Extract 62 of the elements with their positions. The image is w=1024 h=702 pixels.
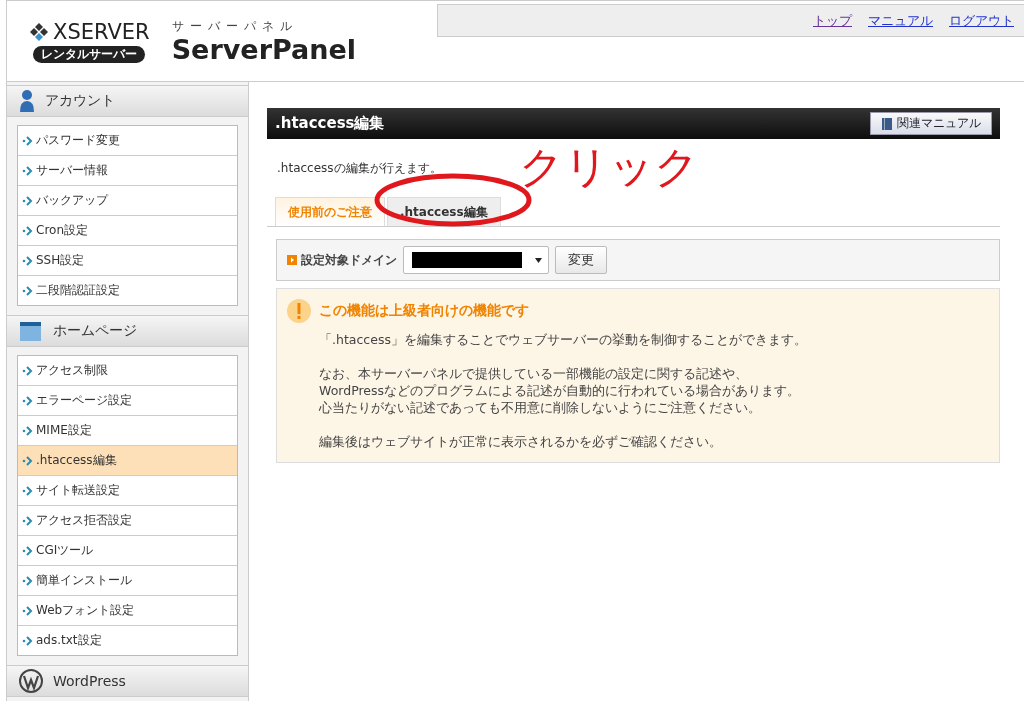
arrow-icon (22, 135, 34, 146)
section-title: ホームページ (53, 322, 137, 340)
arrow-icon (22, 545, 34, 556)
logo-badge: レンタルサーバー (33, 45, 146, 63)
sidebar-item[interactable]: エラーページ設定 (18, 385, 237, 415)
book-icon (881, 116, 893, 131)
nav-link[interactable]: トップ (813, 11, 852, 30)
arrow-icon (22, 425, 34, 436)
notice-title: この機能は上級者向けの機能です (319, 302, 529, 320)
notice-text-line: WordPressなどのプログラムによる記述が自動的に行われている場合があります。 (319, 382, 802, 399)
arrow-icon (22, 255, 34, 266)
notice-text-line: なお、本サーバーパネルで提供している一部機能の設定に関する記述や、 (319, 365, 749, 382)
arrow-icon (22, 575, 34, 586)
sidebar-item[interactable]: サーバー情報 (18, 155, 237, 185)
sidebar-item[interactable]: .htaccess編集 (18, 445, 237, 475)
diamond-logo-icon (29, 21, 49, 42)
sidebar-item[interactable]: CGIツール (18, 535, 237, 565)
arrow-icon (22, 225, 34, 236)
caret-icon (535, 257, 542, 263)
sidebar-item[interactable]: アクセス拒否設定 (18, 505, 237, 535)
arrow-icon (22, 165, 34, 176)
window-icon (19, 320, 43, 342)
description-text: .htaccessの編集が行えます。 (277, 160, 442, 177)
sidebar-item[interactable]: パスワード変更 (18, 126, 237, 155)
arrow-icon (22, 485, 34, 496)
notice-text-line: 「.htaccess」を編集することでウェブサーバーの挙動を制御することができます。 (319, 331, 808, 348)
notice-text-line: 編集後はウェブサイトが正常に表示されるかを必ずご確認ください。 (319, 433, 723, 450)
arrow-icon (22, 395, 34, 406)
arrow-icon (22, 285, 34, 296)
sidebar-item[interactable]: 二段階認証設定 (18, 275, 237, 305)
sidebar-item[interactable]: アクセス制限 (18, 356, 237, 385)
sidebar-item[interactable]: ads.txt設定 (18, 625, 237, 655)
section-title: WordPress (53, 673, 126, 689)
bullet-icon (287, 255, 297, 265)
nav-link[interactable]: ログアウト (949, 11, 1014, 30)
sidebar-item[interactable]: サイト転送設定 (18, 475, 237, 505)
arrow-icon (22, 195, 34, 206)
arrow-icon (22, 605, 34, 616)
warning-icon (287, 299, 311, 323)
sidebar-item[interactable]: 簡単インストール (18, 565, 237, 595)
manual-button[interactable]: 関連マニュアル (870, 112, 992, 135)
page-title: .htaccess編集 (275, 114, 385, 133)
arrow-icon (22, 635, 34, 646)
sidebar-item[interactable]: Cron設定 (18, 215, 237, 245)
person-icon (19, 89, 35, 113)
sidebar-item[interactable]: SSH設定 (18, 245, 237, 275)
domain-label: 設定対象ドメイン (301, 251, 397, 269)
logo-brand-text: XSERVER (53, 19, 150, 44)
notice-text-line: 心当たりがない記述であっても不用意に削除しないようにご注意ください。 (319, 399, 762, 416)
logo-subtitle: サーバーパネル (171, 17, 299, 35)
annotation-text: クリック (519, 141, 699, 193)
nav-link[interactable]: マニュアル (868, 11, 933, 30)
sidebar-item[interactable]: Webフォント設定 (18, 595, 237, 625)
wordpress-logo-icon (19, 669, 43, 693)
arrow-icon (22, 515, 34, 526)
section-title: アカウント (45, 92, 115, 110)
logo-title: ServerPanel (171, 34, 357, 65)
arrow-icon (22, 455, 34, 466)
change-button[interactable]: 変更 (555, 246, 607, 274)
arrow-icon (22, 365, 34, 376)
sidebar-item[interactable]: バックアップ (18, 185, 237, 215)
domain-select[interactable] (403, 246, 549, 274)
